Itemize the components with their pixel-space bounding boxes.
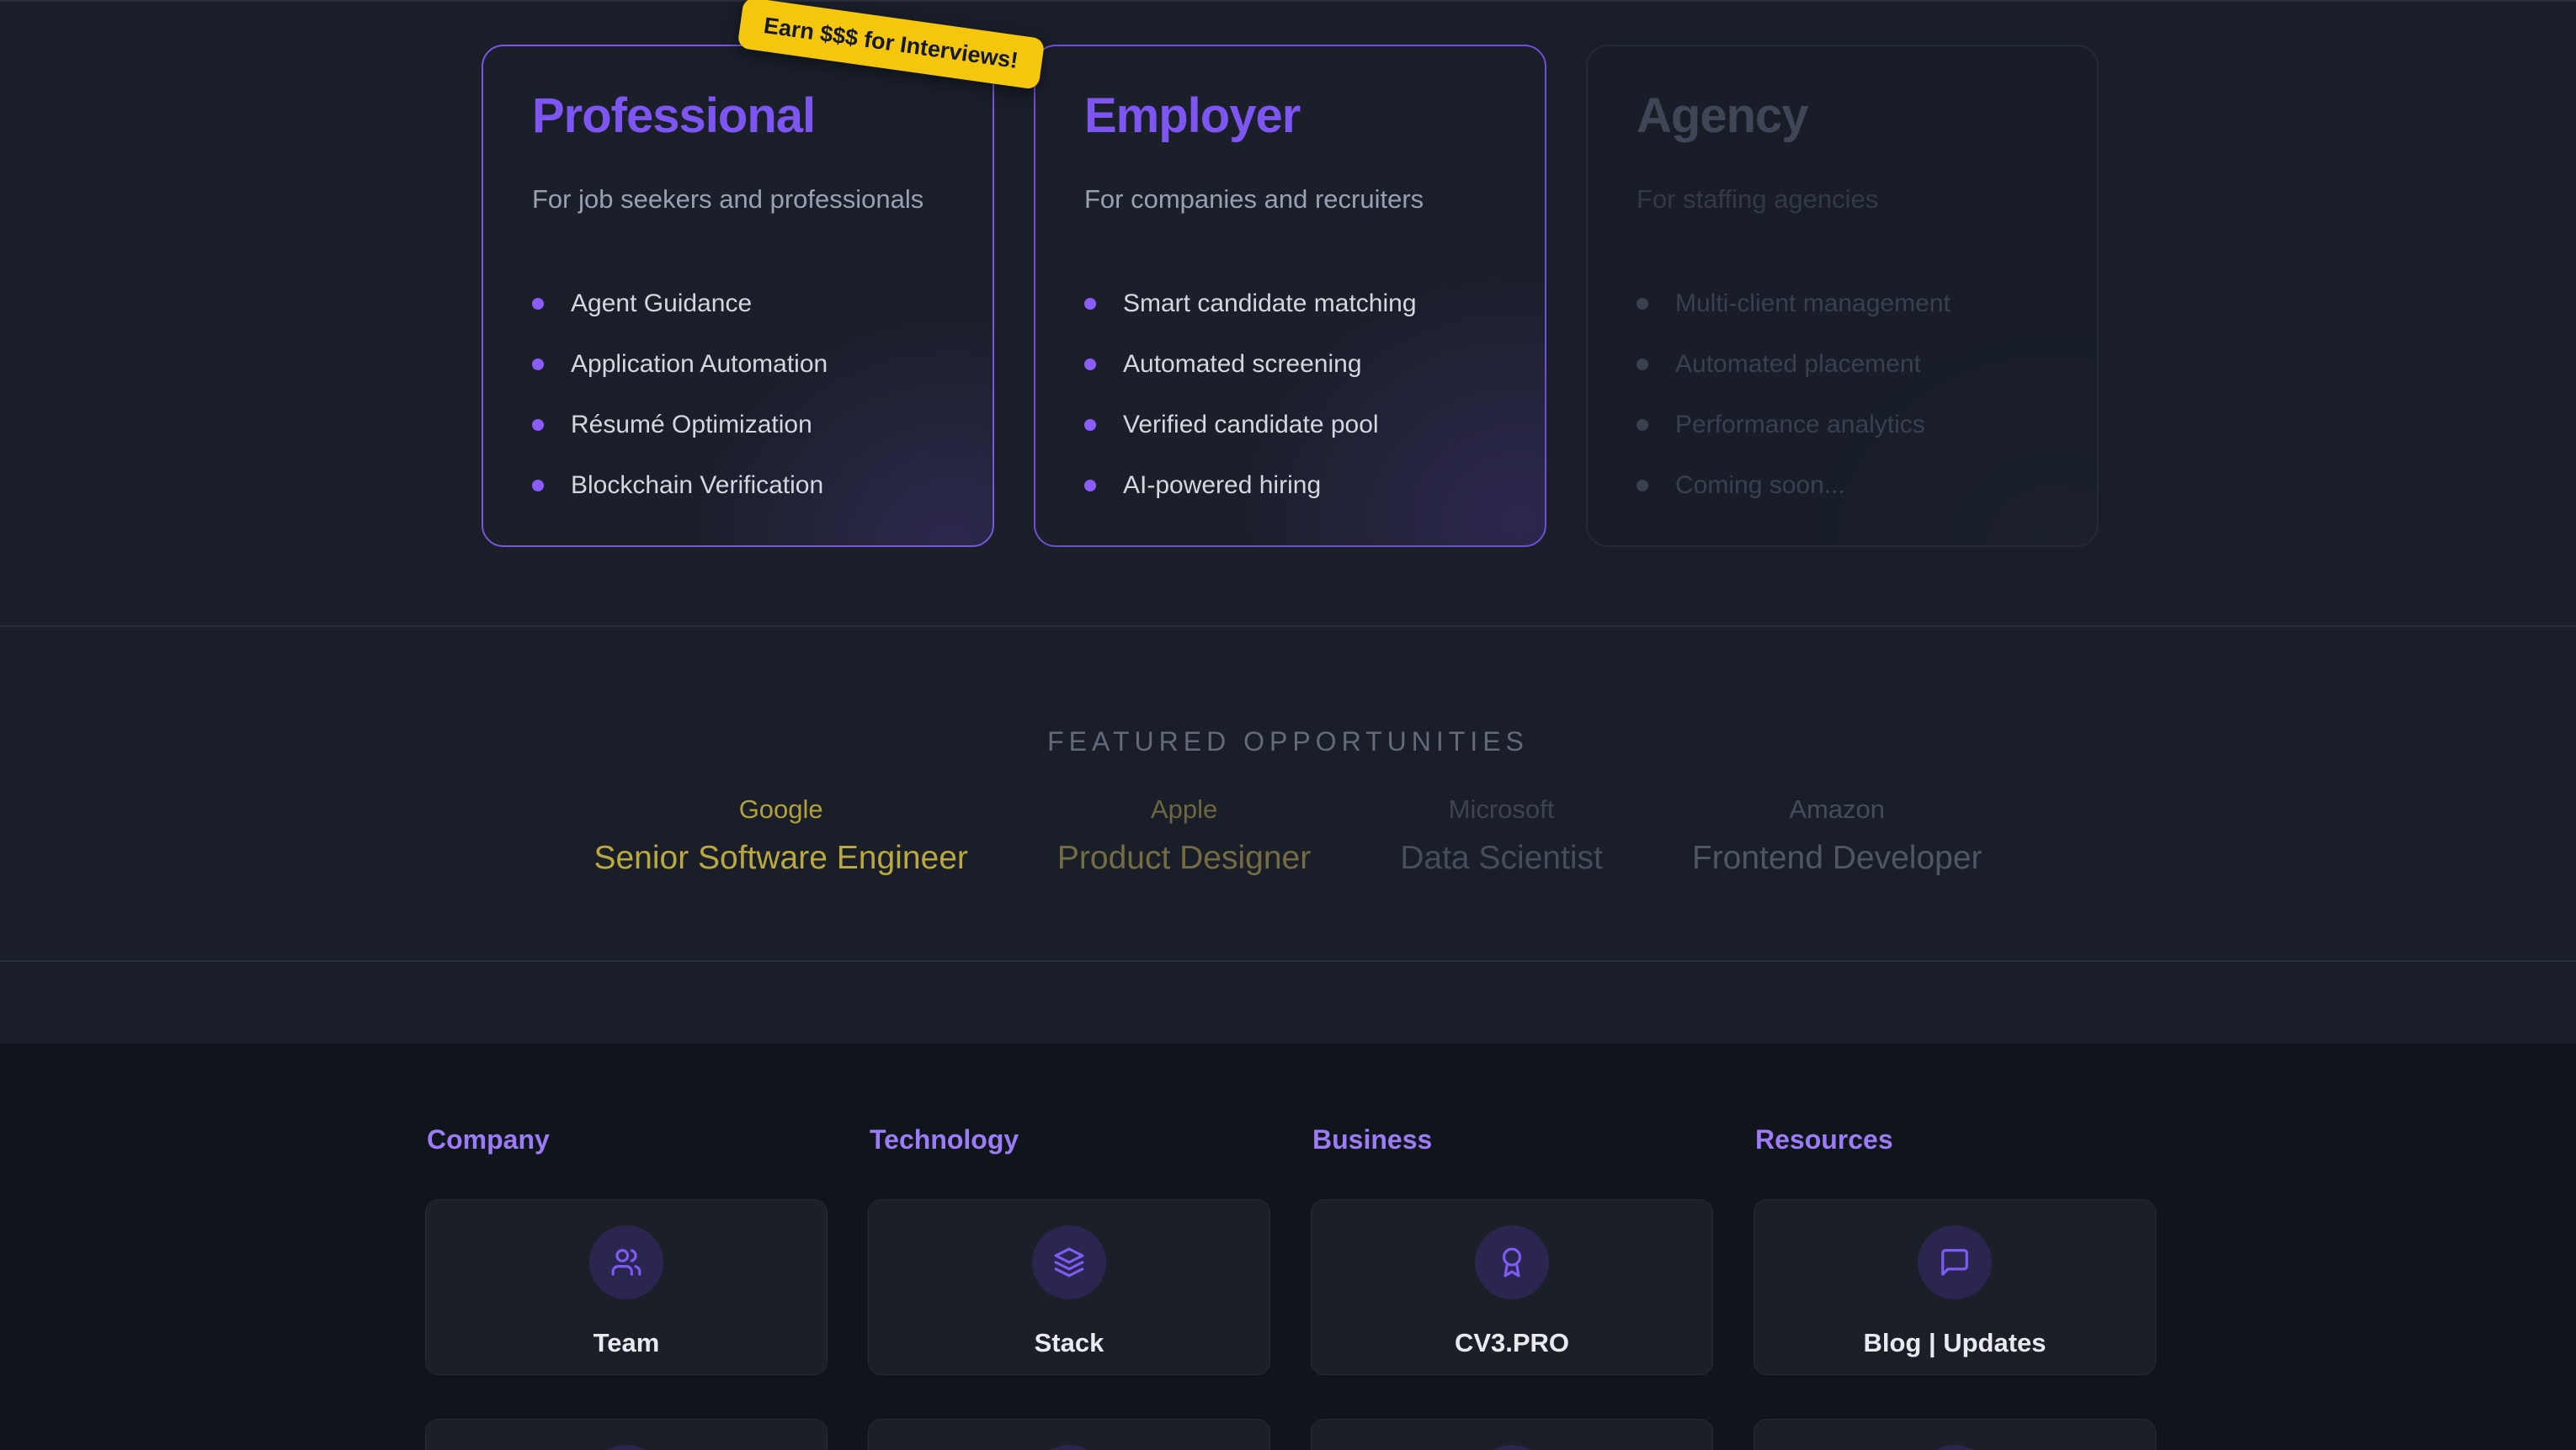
layers-icon — [1032, 1225, 1106, 1299]
plan-feature-label: Verified candidate pool — [1123, 411, 1379, 439]
plan-card-employer[interactable]: Employer For companies and recruiters Sm… — [1034, 45, 1546, 547]
footer-column-technology: Technology Stack — [868, 1044, 1270, 1450]
plan-feature: Blockchain Verification — [532, 469, 944, 502]
footer-link-partial[interactable] — [425, 1419, 828, 1450]
bullet-icon — [1084, 359, 1096, 370]
users-icon — [589, 1225, 663, 1299]
plan-feature: Automated screening — [1084, 348, 1496, 381]
footer-column-heading: Company — [427, 1124, 828, 1155]
plan-feature: Performance analytics — [1637, 408, 2048, 442]
footer-link-blog[interactable]: Blog | Updates — [1754, 1199, 2156, 1375]
hidden-icon — [1475, 1445, 1549, 1450]
bullet-icon — [1637, 298, 1648, 310]
featured-job-microsoft[interactable]: Microsoft Data Scientist — [1400, 794, 1603, 877]
footer-column-heading: Resources — [1755, 1124, 2156, 1155]
plan-feature-label: Coming soon... — [1675, 471, 1845, 500]
hidden-icon — [589, 1445, 663, 1450]
job-role: Data Scientist — [1400, 840, 1603, 877]
hidden-icon — [1918, 1445, 1992, 1450]
footer-column-business: Business CV3.PRO — [1311, 1044, 1713, 1450]
job-role: Frontend Developer — [1692, 840, 1983, 877]
job-company: Amazon — [1692, 794, 1983, 825]
plan-feature-label: Automated placement — [1675, 350, 1921, 379]
chat-bubble-icon — [1918, 1225, 1992, 1299]
footer-link-label: Stack — [1035, 1328, 1104, 1358]
bullet-icon — [532, 480, 544, 491]
bullet-icon — [1084, 298, 1096, 310]
job-role: Senior Software Engineer — [593, 840, 967, 877]
plan-title: Professional — [532, 92, 944, 141]
footer-link-partial[interactable] — [1311, 1419, 1713, 1450]
plan-feature-list: Smart candidate matching Automated scree… — [1084, 287, 1496, 502]
hidden-icon — [1032, 1445, 1106, 1450]
footer-link-cv3pro[interactable]: CV3.PRO — [1311, 1199, 1713, 1375]
plan-feature-label: Automated screening — [1123, 350, 1362, 379]
featured-job-google[interactable]: Google Senior Software Engineer — [593, 794, 967, 877]
bullet-icon — [1084, 419, 1096, 431]
footer-link-team[interactable]: Team — [425, 1199, 828, 1375]
plan-feature: Automated placement — [1637, 348, 2048, 381]
footer-link-label: Team — [593, 1328, 660, 1358]
plan-feature-label: Application Automation — [571, 350, 828, 379]
bullet-icon — [532, 298, 544, 310]
footer-columns: Company Team Technology Stack — [425, 1044, 2156, 1450]
plan-subtitle: For job seekers and professionals — [532, 184, 944, 215]
plan-title: Agency — [1637, 92, 2048, 141]
plan-subtitle: For staffing agencies — [1637, 184, 2048, 215]
job-company: Apple — [1057, 794, 1311, 825]
plan-feature-label: Multi-client management — [1675, 289, 1951, 318]
plans-section: Earn $$$ for Interviews! Professional Fo… — [0, 0, 2576, 625]
footer-column-heading: Technology — [870, 1124, 1270, 1155]
plan-feature-label: Smart candidate matching — [1123, 289, 1417, 318]
featured-jobs-row: Google Senior Software Engineer Apple Pr… — [0, 794, 2576, 877]
plan-feature-list: Agent Guidance Application Automation Ré… — [532, 287, 944, 502]
landing-page: Earn $$$ for Interviews! Professional Fo… — [0, 0, 2576, 1450]
plan-feature: Smart candidate matching — [1084, 287, 1496, 321]
footer-column-company: Company Team — [425, 1044, 828, 1450]
footer-link-partial[interactable] — [1754, 1419, 2156, 1450]
bullet-icon — [532, 359, 544, 370]
bullet-icon — [1637, 480, 1648, 491]
plan-feature-label: Résumé Optimization — [571, 411, 812, 439]
footer-link-label: Blog | Updates — [1863, 1328, 2046, 1358]
award-icon — [1475, 1225, 1549, 1299]
plan-feature: Multi-client management — [1637, 287, 2048, 321]
featured-heading: FEATURED OPPORTUNITIES — [0, 627, 2576, 757]
footer: Company Team Technology Stack — [0, 1044, 2576, 1450]
footer-column-resources: Resources Blog | Updates — [1754, 1044, 2156, 1450]
plan-feature: Verified candidate pool — [1084, 408, 1496, 442]
footer-column-heading: Business — [1312, 1124, 1713, 1155]
plan-card-agency: Agency For staffing agencies Multi-clien… — [1586, 45, 2099, 547]
plan-feature-label: Performance analytics — [1675, 411, 1925, 439]
bullet-icon — [1084, 480, 1096, 491]
job-role: Product Designer — [1057, 840, 1311, 877]
plan-feature-list: Multi-client management Automated placem… — [1637, 287, 2048, 502]
plan-feature: Résumé Optimization — [532, 408, 944, 442]
footer-link-label: CV3.PRO — [1455, 1328, 1569, 1358]
featured-job-amazon[interactable]: Amazon Frontend Developer — [1692, 794, 1983, 877]
bullet-icon — [1637, 359, 1648, 370]
plan-feature: Coming soon... — [1637, 469, 2048, 502]
bullet-icon — [1637, 419, 1648, 431]
plan-cards-row: Earn $$$ for Interviews! Professional Fo… — [482, 45, 2099, 547]
plan-feature: Agent Guidance — [532, 287, 944, 321]
bullet-icon — [532, 419, 544, 431]
plan-card-professional[interactable]: Earn $$$ for Interviews! Professional Fo… — [482, 45, 994, 547]
featured-job-apple[interactable]: Apple Product Designer — [1057, 794, 1311, 877]
plan-feature: Application Automation — [532, 348, 944, 381]
job-company: Microsoft — [1400, 794, 1603, 825]
earn-badge: Earn $$$ for Interviews! — [737, 0, 1046, 90]
plan-subtitle: For companies and recruiters — [1084, 184, 1496, 215]
plan-feature: AI-powered hiring — [1084, 469, 1496, 502]
footer-link-stack[interactable]: Stack — [868, 1199, 1270, 1375]
plan-feature-label: AI-powered hiring — [1123, 471, 1321, 500]
footer-link-partial[interactable] — [868, 1419, 1270, 1450]
job-company: Google — [593, 794, 967, 825]
plan-feature-label: Blockchain Verification — [571, 471, 823, 500]
plan-feature-label: Agent Guidance — [571, 289, 752, 318]
plan-title: Employer — [1084, 92, 1496, 141]
featured-section: FEATURED OPPORTUNITIES Google Senior Sof… — [0, 625, 2576, 962]
